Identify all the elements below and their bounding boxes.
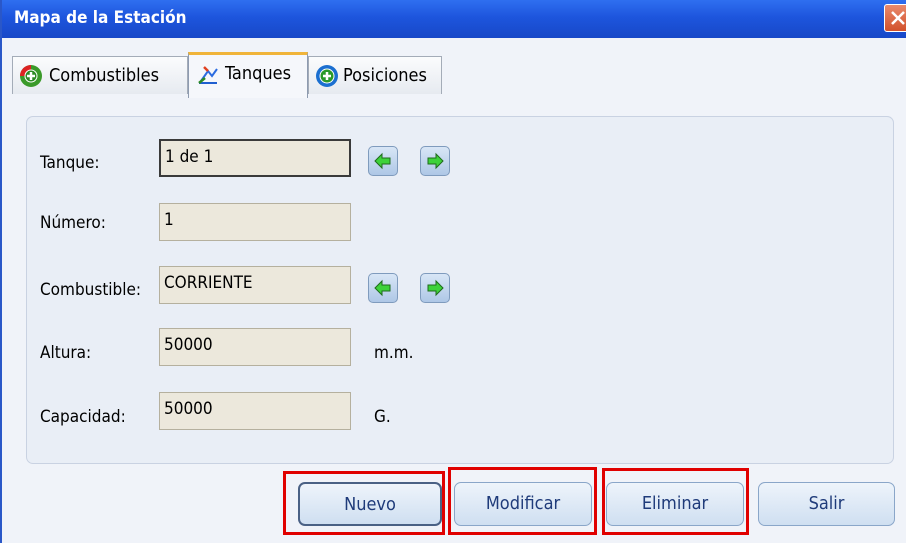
tanque-next-button[interactable] xyxy=(420,146,450,176)
tab-posiciones[interactable]: Posiciones xyxy=(308,56,442,94)
combustible-label: Combustible: xyxy=(40,280,142,300)
altura-unit: m.m. xyxy=(374,343,414,363)
nuevo-button[interactable]: Nuevo xyxy=(298,482,442,526)
arrow-left-icon xyxy=(374,152,391,170)
tab-tanques[interactable]: Tanques xyxy=(188,52,308,98)
tab-label: Tanques xyxy=(225,63,292,84)
tanque-label: Tanque: xyxy=(40,153,100,173)
tanque-field[interactable]: 1 de 1 xyxy=(159,139,351,177)
tank-chart-icon xyxy=(195,63,221,92)
combustible-prev-button[interactable] xyxy=(368,273,398,303)
combustible-field[interactable]: CORRIENTE xyxy=(159,266,351,304)
combustible-next-button[interactable] xyxy=(420,273,450,303)
arrow-left-icon xyxy=(374,279,391,297)
tab-label: Combustibles xyxy=(49,65,160,86)
numero-field[interactable]: 1 xyxy=(159,203,351,241)
eliminar-button[interactable]: Eliminar xyxy=(606,482,744,526)
tanque-prev-button[interactable] xyxy=(368,146,398,176)
add-circle-icon xyxy=(19,64,43,93)
altura-field[interactable]: 50000 xyxy=(159,328,351,366)
salir-button[interactable]: Salir xyxy=(758,482,895,526)
arrow-right-icon xyxy=(427,279,444,297)
arrow-right-icon xyxy=(427,152,444,170)
capacidad-field[interactable]: 50000 xyxy=(159,392,351,430)
tab-combustibles[interactable]: Combustibles xyxy=(12,56,188,94)
tanques-panel xyxy=(26,116,894,464)
add-circle-icon xyxy=(315,64,339,93)
title-bar[interactable]: Mapa de la Estación xyxy=(2,0,906,38)
close-icon xyxy=(891,11,905,25)
altura-label: Altura: xyxy=(40,343,92,363)
window-title: Mapa de la Estación xyxy=(14,8,187,28)
numero-label: Número: xyxy=(40,213,106,233)
tab-label: Posiciones xyxy=(343,65,427,86)
capacidad-label: Capacidad: xyxy=(40,407,126,427)
estacion-map-window: Mapa de la Estación Combustibles Tanques… xyxy=(0,0,906,543)
close-button[interactable] xyxy=(884,4,906,32)
modificar-button[interactable]: Modificar xyxy=(454,482,592,526)
capacidad-unit: G. xyxy=(374,407,391,427)
